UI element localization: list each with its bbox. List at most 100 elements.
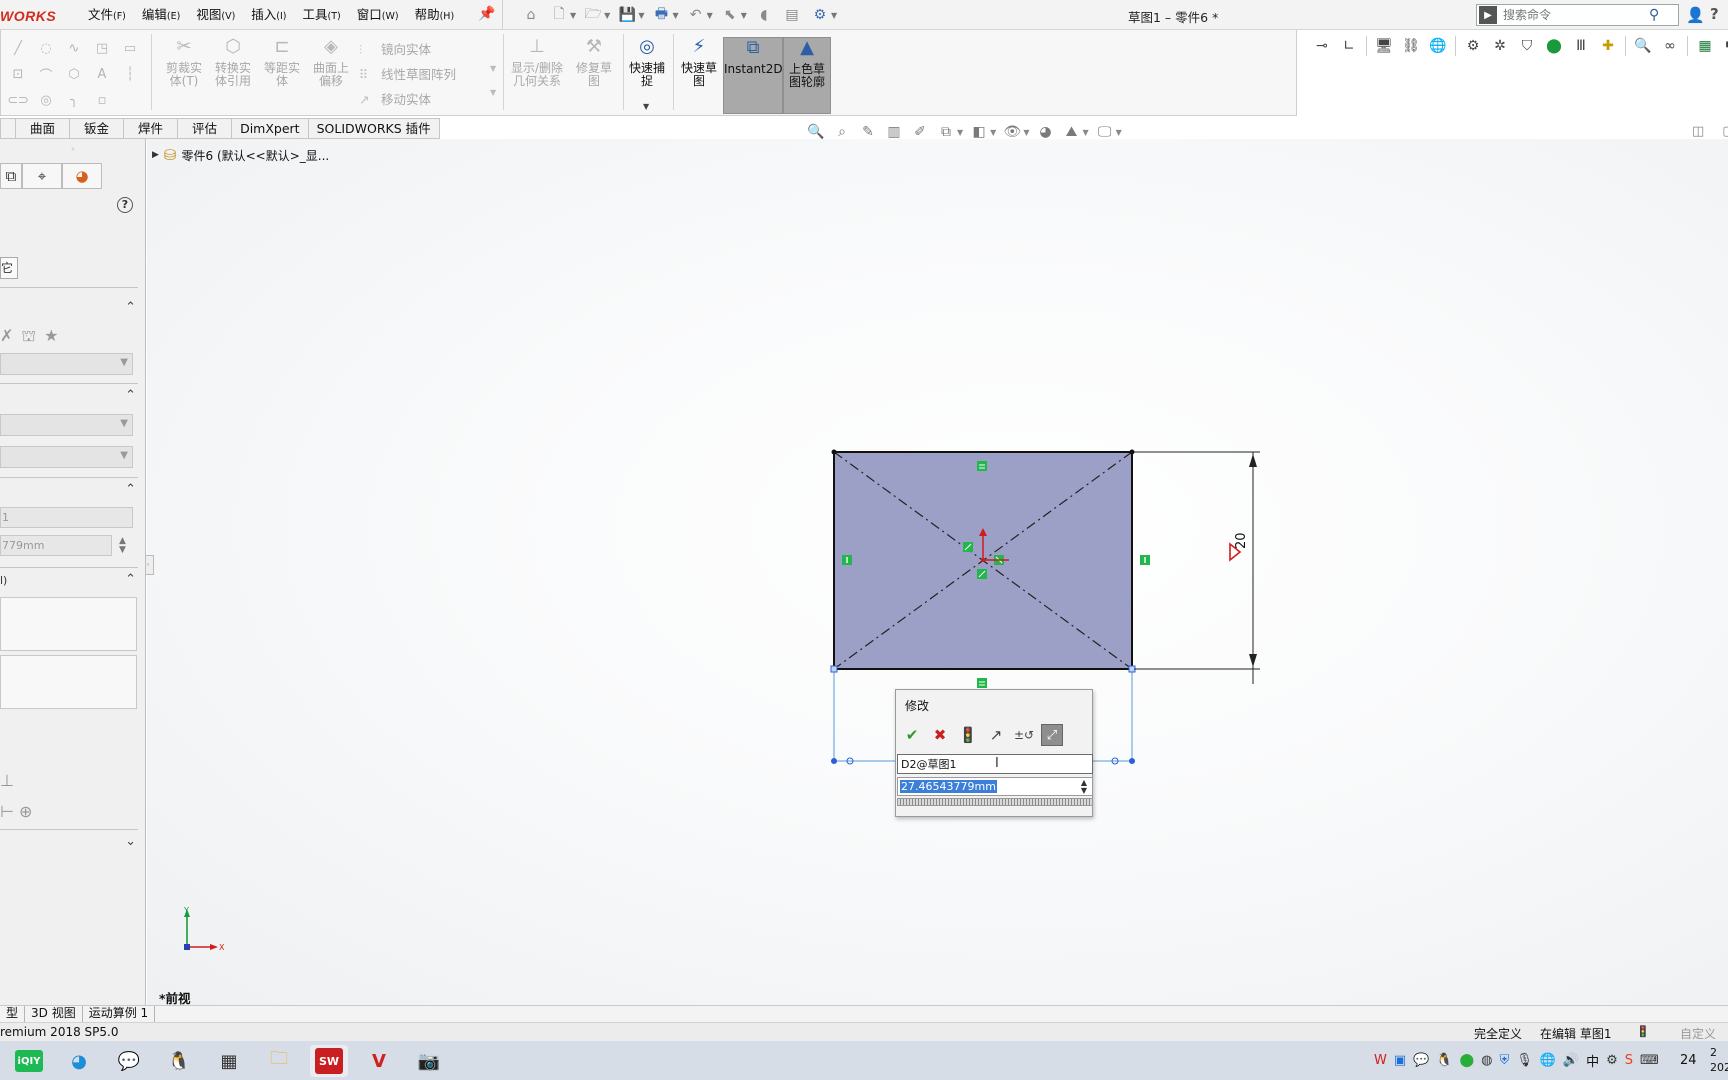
home-icon[interactable]: ⌂ (520, 5, 542, 25)
thumbwheel-slider[interactable] (897, 798, 1093, 806)
save-icon[interactable]: 💾 (616, 5, 638, 25)
search-icon[interactable]: ⚲ (1649, 7, 1659, 23)
security-icon[interactable]: ⬤ (1460, 1053, 1475, 1068)
tab-solidworks-addins[interactable]: SOLIDWORKS 插件 (308, 118, 440, 139)
sketch-point-selected[interactable] (830, 665, 838, 673)
tab-model[interactable]: 型 (0, 1006, 26, 1022)
tab-motion-study[interactable]: 运动算例 1 (83, 1006, 156, 1022)
chevron-up-icon[interactable]: ⌃ (125, 572, 136, 587)
zoom-to-area-icon[interactable]: ⌕ (832, 122, 852, 142)
graphics-area[interactable]: 20 (147, 139, 1728, 1005)
circle-icon[interactable]: ◌ (33, 38, 59, 58)
printer-icon[interactable]: 🖶 (1722, 36, 1728, 56)
view-orientation-icon[interactable]: ⧉ (936, 122, 956, 142)
section-view-icon[interactable]: ▥ (884, 122, 904, 142)
chevron-down-icon[interactable]: ▼ (604, 11, 610, 20)
primary-name-field[interactable]: 1 (0, 507, 133, 528)
display-style-icon[interactable]: ◧ (969, 122, 989, 142)
favorite-relation-icon[interactable]: ★ (44, 326, 58, 347)
text-combo[interactable]: ▼ (0, 414, 133, 436)
arc-icon[interactable]: ⌒ (33, 64, 59, 84)
wps-tray-icon[interactable]: W (1374, 1053, 1387, 1068)
chevron-down-icon[interactable]: ▼ (570, 11, 576, 20)
expand-arrow-icon[interactable]: ▶ (152, 150, 159, 160)
configuration-manager-tab-icon[interactable]: ⧉ (0, 163, 22, 189)
rebuild-icon[interactable]: ◖ (753, 5, 775, 25)
screen-capture-icon[interactable]: ▣ (1394, 1053, 1406, 1068)
tab-sheet-metal[interactable]: 钣金 (70, 118, 125, 139)
symbol-align-icon[interactable]: ⊥ (0, 771, 32, 790)
hide-show-items-icon[interactable]: 👁 (1002, 122, 1022, 142)
instant2d-button[interactable]: ⧉ Instant2D (723, 37, 783, 114)
other-tab[interactable]: 它 (0, 257, 18, 279)
chevron-down-icon[interactable]: ▼ (957, 128, 963, 137)
globe-icon[interactable]: 🌐 (1428, 36, 1448, 56)
primary-value-field[interactable]: 779mm (0, 535, 112, 556)
menu-tools[interactable]: 工具(T) (295, 6, 349, 26)
tab-weldments[interactable]: 焊件 (124, 118, 179, 139)
select-arrow-icon[interactable]: ⬉ (719, 5, 741, 25)
print-icon[interactable]: 🖶 (650, 5, 672, 25)
restore-pane-icon[interactable]: ◫ (1692, 124, 1704, 139)
clock-date[interactable]: 2 202 (1710, 1045, 1728, 1075)
chevron-up-icon[interactable]: ⌃ (125, 482, 136, 497)
chevron-up-icon[interactable]: ⌃ (125, 388, 136, 403)
tolerance-combo[interactable]: ▼ (0, 446, 133, 468)
chevron-down-icon[interactable]: ▼ (672, 11, 678, 20)
modify-dimension-dialog[interactable]: 修改 ✔ ✖ 🚦 ↗ ±↺ ⤢ I 27.46543779mm ▲▼ (895, 689, 1093, 817)
tab-dimxpert[interactable]: DimXpert (232, 118, 309, 139)
relation-midpoint-icon[interactable] (963, 542, 973, 552)
relation-horizontal-icon[interactable] (977, 678, 987, 688)
chevron-down-icon[interactable]: ▼ (1116, 128, 1122, 137)
dimension-icon[interactable]: ⊸ (1312, 36, 1332, 56)
centerline-icon[interactable]: ┆ (117, 64, 143, 84)
ruler-icon[interactable]: Ⅲ (1571, 36, 1591, 56)
relation-vertical-icon[interactable] (842, 555, 852, 565)
polygon-icon[interactable]: ⬡ (61, 64, 87, 84)
chevron-down-icon[interactable]: ▼ (741, 11, 747, 20)
spline-icon[interactable]: ∿ (61, 38, 87, 58)
open-folder-icon[interactable]: 🗁 (582, 5, 604, 25)
dimension-text-box[interactable] (0, 597, 137, 651)
value-spinner[interactable]: ▲ ▼ (119, 537, 129, 555)
menu-insert[interactable]: 插入(I) (243, 6, 294, 26)
quick-snaps-button[interactable]: ◎ 快速捕 捉 (623, 38, 671, 88)
spreadsheet-icon[interactable]: ▦ (1695, 36, 1715, 56)
section-header[interactable]: ⌃ (0, 481, 146, 501)
angle-icon[interactable]: ∟ (1339, 36, 1359, 56)
chevron-down-icon[interactable]: ▼ (1082, 128, 1088, 137)
delete-relation-icon[interactable]: ✗ (0, 326, 13, 347)
plus-box-icon[interactable]: ✚ (1598, 36, 1618, 56)
magnifier-icon[interactable]: 🔍 (1633, 36, 1653, 56)
corner-rectangle-icon[interactable]: ⊡ (5, 64, 31, 84)
chevron-down-icon[interactable]: ⌄ (125, 834, 136, 849)
chevron-down-icon[interactable]: ▼ (831, 11, 837, 20)
dimension-text-box[interactable] (0, 655, 137, 709)
chevron-down-icon[interactable]: ▼ (490, 64, 496, 73)
taskbar-file-explorer[interactable]: 🗀 (260, 1045, 298, 1077)
new-document-icon[interactable]: 🗋 (548, 5, 570, 25)
linear-pattern-button[interactable]: ⠿ 线性草图阵列 (359, 65, 456, 90)
tab-3d-views[interactable]: 3D 视图 (25, 1006, 83, 1022)
panel-splitter[interactable]: ◦ (0, 145, 146, 154)
menu-file[interactable]: 文件(F) (80, 6, 134, 26)
volume-icon[interactable]: 🔊 (1563, 1053, 1579, 1068)
wechat-tray-icon[interactable]: 💬 (1413, 1053, 1429, 1068)
offset-entities-button[interactable]: ⊏ 等距实 体 (257, 38, 307, 88)
move-entities-button[interactable]: ↗ 移动实体 (359, 90, 456, 115)
taskbar-app[interactable]: 📷 (410, 1045, 448, 1077)
chevron-down-icon[interactable]: ▼ (490, 88, 496, 97)
chevron-down-icon[interactable]: ▼ (990, 128, 996, 137)
panel-collapse-handle[interactable]: ◦ (146, 555, 154, 575)
taskbar-edge[interactable]: ◕ (60, 1045, 98, 1077)
shield-icon[interactable]: ⛨ (1499, 1053, 1509, 1068)
symbol-insert-icon[interactable]: ⊢ ⊕ (0, 802, 32, 821)
rebuild-status-icon[interactable]: 🚦 (1636, 1025, 1650, 1038)
keyboard-icon[interactable]: ⌨ (1640, 1053, 1659, 1068)
microphone-icon[interactable]: 🎙 (1516, 1053, 1533, 1068)
section-header[interactable]: ⌃ (0, 387, 146, 407)
location-pin-icon[interactable]: ⬤ (1544, 36, 1564, 56)
tab-evaluate[interactable]: 评估 (178, 118, 233, 139)
taskbar-wps[interactable]: V (360, 1045, 398, 1077)
taskbar-wechat[interactable]: 💬 (110, 1045, 148, 1077)
